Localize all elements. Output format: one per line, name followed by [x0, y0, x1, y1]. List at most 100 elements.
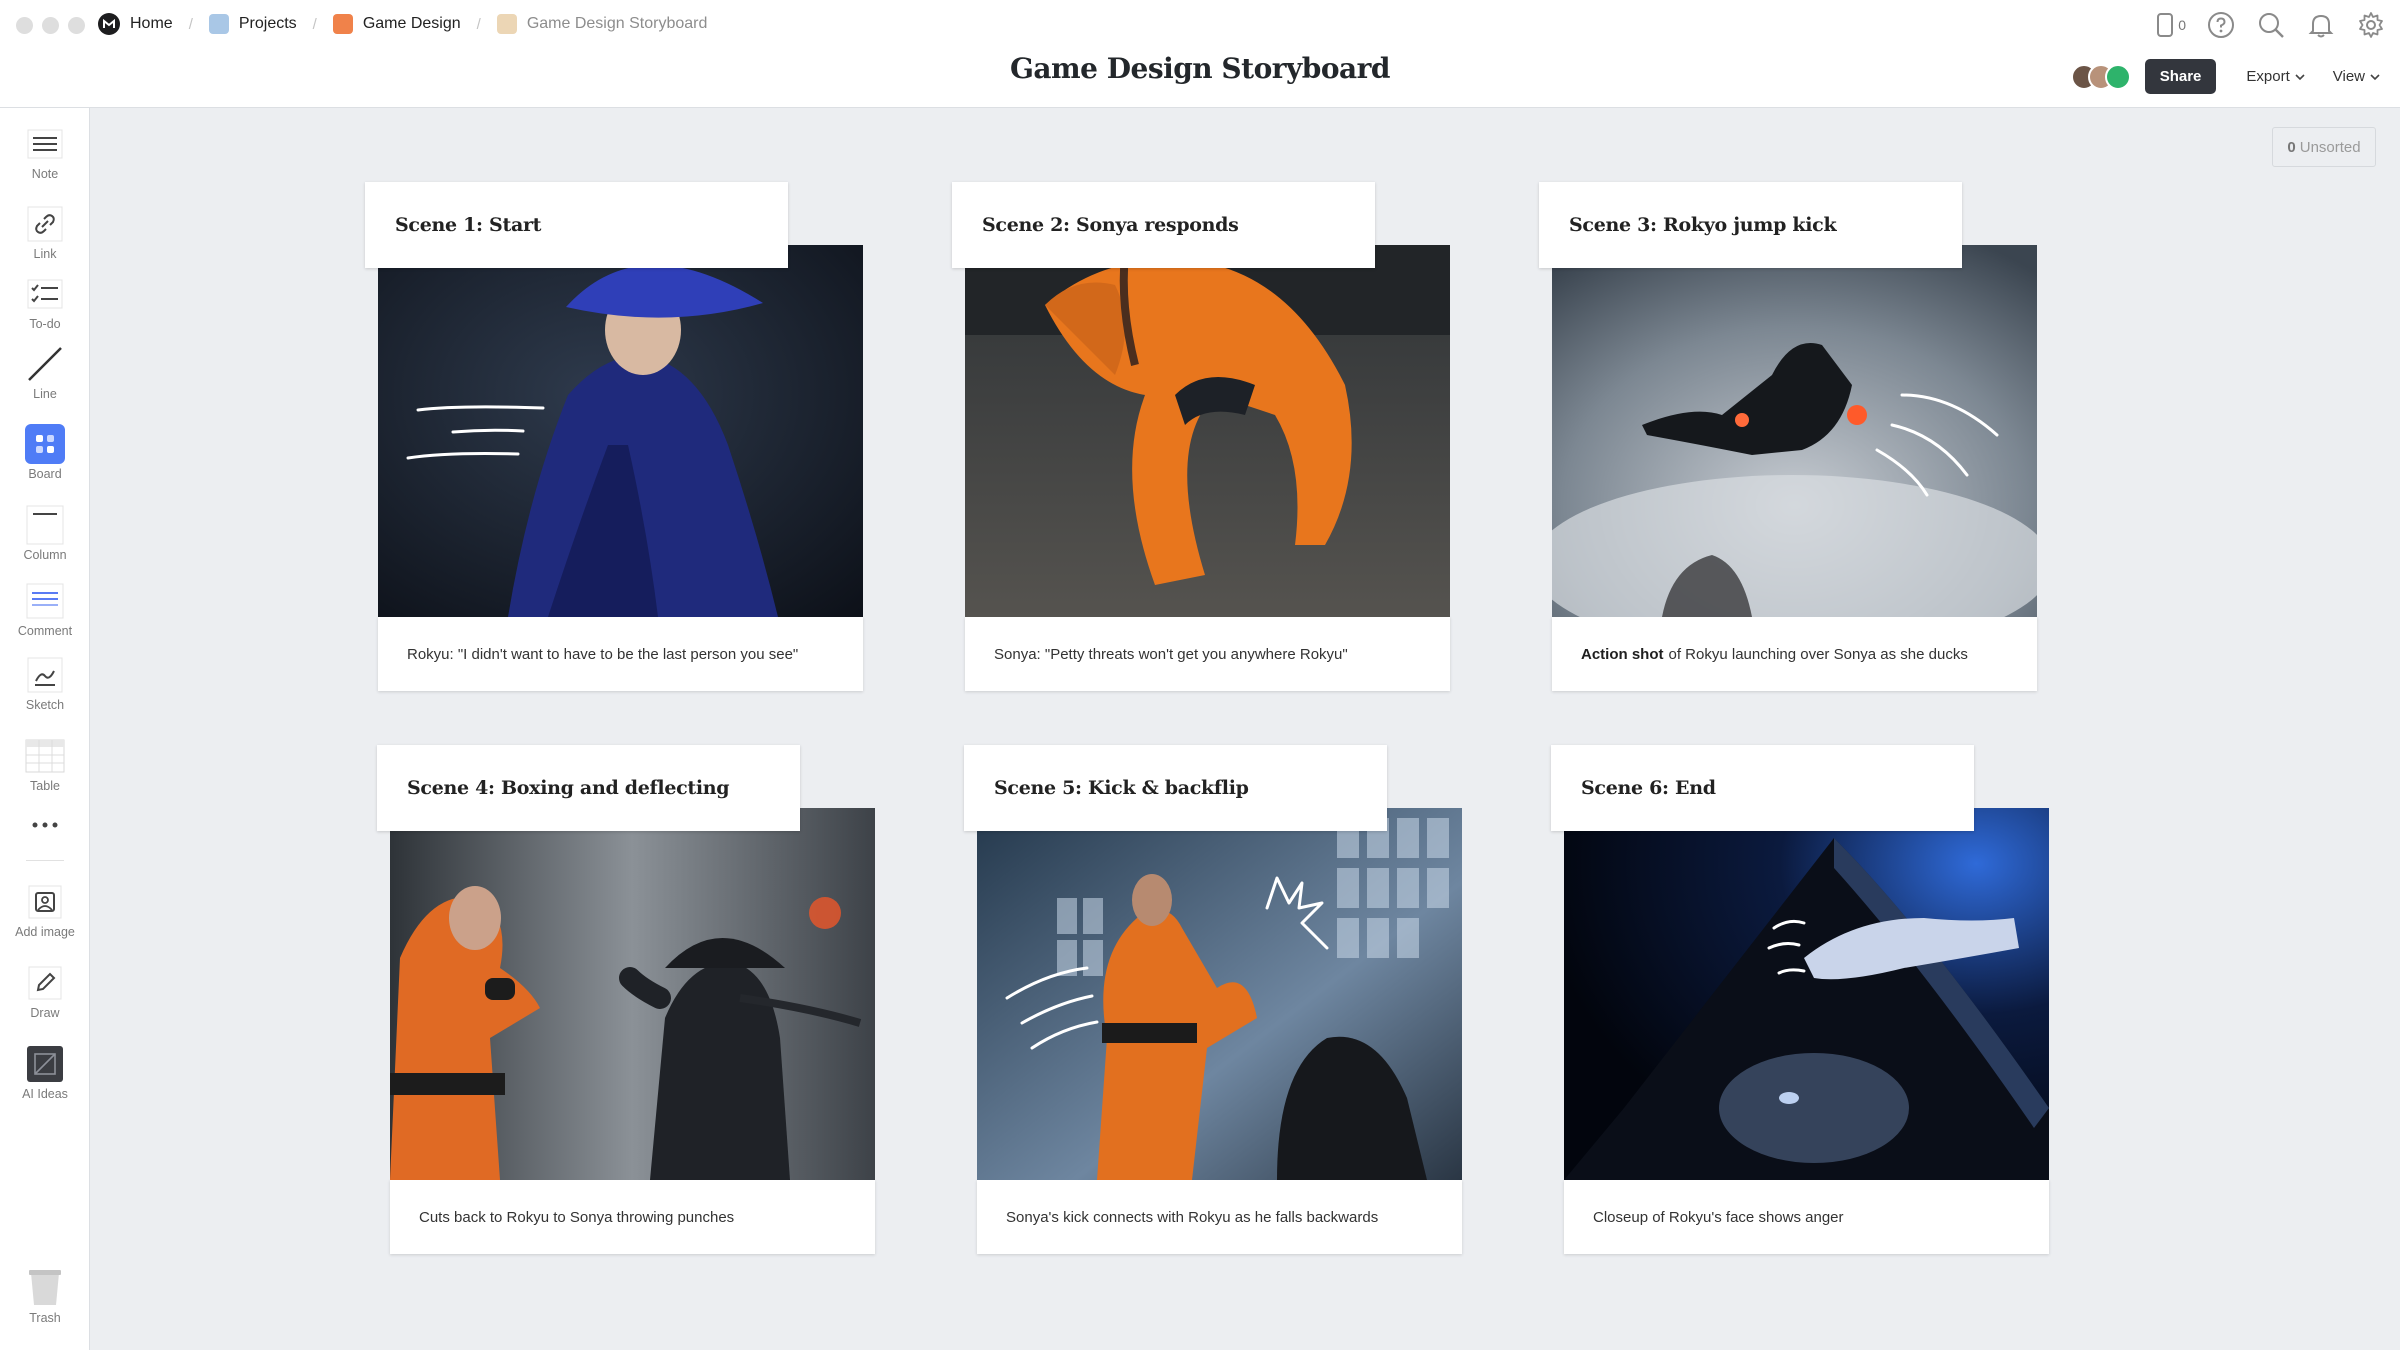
- scene-image[interactable]: [977, 808, 1462, 1180]
- scene-image[interactable]: [1564, 808, 2049, 1180]
- tool-note[interactable]: Note: [0, 124, 90, 181]
- tool-trash[interactable]: Trash: [0, 1268, 90, 1325]
- breadcrumb-projects[interactable]: Projects: [208, 14, 297, 34]
- zoom-window-button[interactable]: [68, 17, 85, 34]
- breadcrumb-home-label: Home: [130, 15, 173, 32]
- scene-card[interactable]: Scene 2: Sonya responds Sonya: "Petty th…: [952, 182, 1452, 691]
- tool-label: To-do: [29, 317, 61, 331]
- scene-image[interactable]: [965, 245, 1450, 617]
- scene-image[interactable]: [1552, 245, 2037, 617]
- scene-title: Scene 2: Sonya responds: [982, 214, 1239, 236]
- tool-todo[interactable]: To-do: [0, 274, 90, 331]
- tool-board[interactable]: Board: [0, 424, 90, 481]
- export-menu-button[interactable]: Export: [2246, 68, 2305, 85]
- view-menu-button[interactable]: View: [2333, 68, 2380, 85]
- tool-add-image[interactable]: Add image: [0, 882, 90, 939]
- comment-icon: [25, 581, 65, 621]
- scene-title-card[interactable]: Scene 2: Sonya responds: [952, 182, 1375, 268]
- tool-sketch[interactable]: Sketch: [0, 655, 90, 712]
- unsorted-button[interactable]: 0 Unsorted: [2272, 127, 2376, 167]
- scene-caption[interactable]: Closeup of Rokyu's face shows anger: [1564, 1180, 2049, 1254]
- todo-icon: [25, 274, 65, 314]
- scene-title-card[interactable]: Scene 1: Start: [365, 182, 788, 268]
- line-icon: [25, 344, 65, 384]
- scene-card[interactable]: Scene 3: Rokyo jump kick Action shot of …: [1539, 182, 2039, 691]
- tool-label: Link: [33, 247, 57, 261]
- ai-ideas-icon: [25, 1044, 65, 1084]
- scene-card[interactable]: Scene 4: Boxing and deflecting Cuts back…: [377, 745, 877, 1254]
- scene-caption[interactable]: Action shot of Rokyu launching over Sony…: [1552, 617, 2037, 691]
- scene-card[interactable]: Scene 6: End Closeup of Rokyu's face sho…: [1551, 745, 2051, 1254]
- breadcrumb-home[interactable]: Home: [98, 13, 173, 35]
- tool-label: Table: [30, 779, 60, 793]
- window-controls: [16, 17, 85, 34]
- scene-title: Scene 5: Kick & backflip: [994, 777, 1249, 799]
- breadcrumb-separator: /: [476, 15, 481, 33]
- tool-label: Note: [31, 167, 59, 181]
- scene-title: Scene 6: End: [1581, 777, 1716, 799]
- page-title: Game Design Storyboard: [1009, 52, 1391, 85]
- chevron-down-icon: [2295, 73, 2305, 80]
- avatar: [2104, 63, 2131, 90]
- scene-card[interactable]: Scene 5: Kick & backflip Sonya's kick co…: [964, 745, 1464, 1254]
- scene-card[interactable]: Scene 1: Start Rokyu: "I didn't want to …: [365, 182, 865, 691]
- column-icon: [25, 505, 65, 545]
- breadcrumb-current[interactable]: Game Design Storyboard: [496, 14, 707, 34]
- tool-label: Add image: [15, 925, 75, 939]
- device-button[interactable]: 0: [2156, 10, 2186, 40]
- close-window-button[interactable]: [16, 17, 33, 34]
- scene-caption[interactable]: Sonya's kick connects with Rokyu as he f…: [977, 1180, 1462, 1254]
- tool-label: Sketch: [25, 698, 65, 712]
- share-button[interactable]: Share: [2144, 59, 2217, 94]
- settings-button[interactable]: [2356, 10, 2386, 40]
- scene-title: Scene 4: Boxing and deflecting: [407, 777, 730, 799]
- view-label: View: [2332, 68, 2365, 85]
- minimize-window-button[interactable]: [42, 17, 59, 34]
- collaborator-avatars[interactable]: [2070, 63, 2131, 90]
- breadcrumb-game-design-label: Game Design: [362, 15, 461, 32]
- tool-draw[interactable]: Draw: [0, 963, 90, 1020]
- scene-title: Scene 3: Rokyo jump kick: [1569, 214, 1837, 236]
- storyboard-board-icon: [496, 14, 517, 34]
- table-icon: [25, 736, 65, 776]
- more-icon: [25, 813, 65, 837]
- scene-image[interactable]: [378, 245, 863, 617]
- scene-caption[interactable]: Sonya: "Petty threats won't get you anyw…: [965, 617, 1450, 691]
- tool-label: Column: [23, 548, 67, 562]
- breadcrumb-game-design[interactable]: Game Design: [332, 14, 461, 34]
- more-tools-button[interactable]: [0, 813, 90, 837]
- breadcrumb-projects-label: Projects: [238, 15, 297, 32]
- scene-title-card[interactable]: Scene 3: Rokyo jump kick: [1539, 182, 1962, 268]
- tool-column[interactable]: Column: [0, 505, 90, 562]
- notifications-button[interactable]: [2306, 10, 2336, 40]
- tool-label: Board: [28, 467, 62, 481]
- note-icon: [25, 124, 65, 164]
- projects-board-icon: [208, 14, 229, 34]
- tool-table[interactable]: Table: [0, 736, 90, 793]
- unsorted-label: Unsorted: [2299, 138, 2361, 156]
- link-icon: [25, 204, 65, 244]
- tool-link[interactable]: Link: [0, 204, 90, 261]
- tool-ai-ideas[interactable]: AI Ideas: [0, 1044, 90, 1101]
- scene-caption-bold: Action shot: [1581, 645, 1664, 663]
- toolbar-divider: [26, 860, 64, 861]
- scene-image[interactable]: [390, 808, 875, 1180]
- scene-title-card[interactable]: Scene 4: Boxing and deflecting: [377, 745, 800, 831]
- tool-line[interactable]: Line: [0, 344, 90, 401]
- draw-icon: [25, 963, 65, 1003]
- top-bar: Home / Projects / Game Design / Game Des…: [0, 0, 2400, 108]
- scene-caption-text: Cuts back to Rokyu to Sonya throwing pun…: [419, 1208, 735, 1226]
- top-icon-bar: 0: [2156, 10, 2386, 40]
- device-icon: [2157, 13, 2174, 37]
- search-button[interactable]: [2256, 10, 2286, 40]
- scene-title-card[interactable]: Scene 5: Kick & backflip: [964, 745, 1387, 831]
- tool-label: Draw: [30, 1006, 60, 1020]
- milanote-logo-icon: [98, 13, 120, 35]
- scene-caption[interactable]: Rokyu: "I didn't want to have to be the …: [378, 617, 863, 691]
- tool-label: AI Ideas: [22, 1087, 68, 1101]
- scene-title-card[interactable]: Scene 6: End: [1551, 745, 1974, 831]
- help-button[interactable]: [2206, 10, 2236, 40]
- scene-caption[interactable]: Cuts back to Rokyu to Sonya throwing pun…: [390, 1180, 875, 1254]
- search-icon: [2259, 13, 2284, 38]
- tool-comment[interactable]: Comment: [0, 581, 90, 638]
